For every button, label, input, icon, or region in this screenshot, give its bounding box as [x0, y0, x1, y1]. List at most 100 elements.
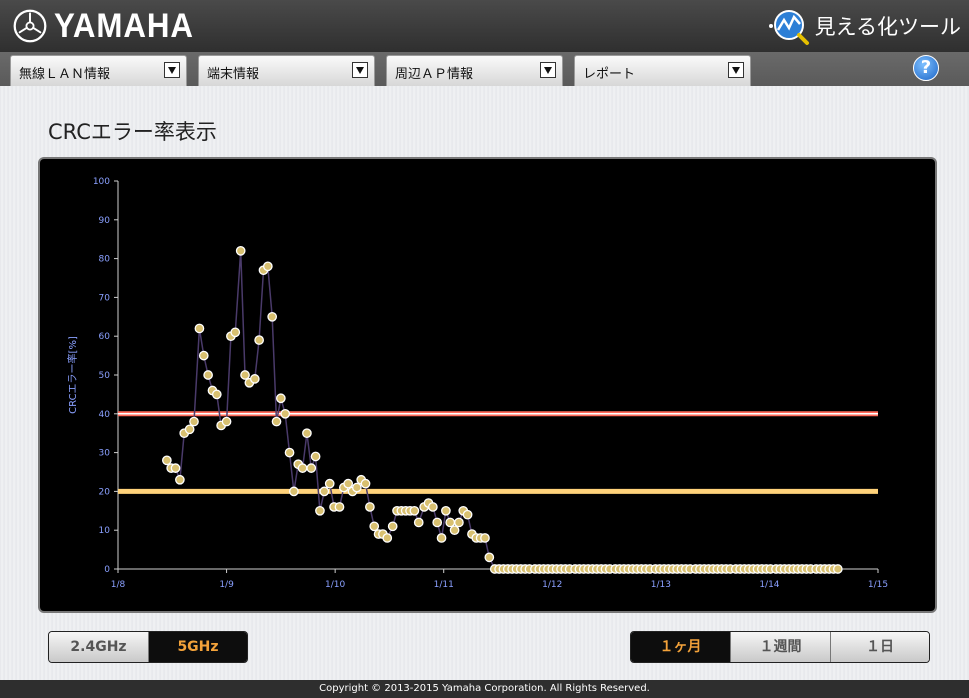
y-tick-label: 100 [93, 177, 110, 187]
y-tick-label: 90 [99, 216, 111, 226]
footer-copyright: Copyright © 2013-2015 Yamaha Corporation… [0, 680, 969, 698]
y-tick-label: 50 [99, 371, 111, 381]
y-tick-label: 60 [99, 332, 111, 342]
menu-nearby-ap-info[interactable]: 周辺ＡＰ情報 [386, 55, 563, 86]
data-point [284, 447, 295, 458]
help-icon[interactable]: ? [913, 55, 939, 81]
data-point [315, 505, 325, 516]
data-point [387, 521, 398, 532]
data-point [343, 478, 354, 489]
x-tick-label: 1/15 [868, 580, 888, 590]
tuning-fork-emblem-icon [13, 9, 47, 43]
data-point [184, 424, 195, 435]
menu-terminal-info[interactable]: 端末情報 [198, 55, 375, 86]
data-point [289, 486, 299, 497]
data-point [360, 478, 371, 489]
x-tick-label: 1/11 [434, 580, 454, 590]
data-point [189, 416, 199, 427]
data-point [271, 416, 282, 427]
period-selector: １ヶ月 １週間 １日 [630, 631, 930, 663]
data-point [832, 564, 843, 574]
band-2-4ghz-button[interactable]: 2.4GHz [49, 632, 149, 662]
data-point [462, 509, 473, 520]
x-tick-label: 1/10 [325, 580, 345, 590]
data-point [436, 533, 447, 543]
dropdown-arrow-icon[interactable] [352, 62, 368, 78]
app-header: YAMAHA 見える化ツール [0, 0, 969, 52]
period-1-week-button[interactable]: １週間 [731, 632, 831, 662]
data-point [221, 416, 232, 427]
y-tick-label: 0 [104, 565, 110, 575]
data-point [334, 502, 345, 512]
y-tick-label: 80 [99, 255, 111, 265]
data-point [276, 393, 286, 404]
series-line [166, 250, 838, 570]
x-tick-label: 1/13 [651, 580, 671, 590]
y-tick-label: 40 [99, 410, 111, 420]
data-point [369, 521, 380, 532]
menu-wireless-lan-info[interactable]: 無線ＬＡＮ情報 [10, 55, 187, 86]
y-tick-label: 10 [99, 526, 111, 536]
data-point [175, 474, 185, 485]
dropdown-arrow-icon[interactable] [164, 62, 180, 78]
data-point [454, 517, 464, 528]
period-1-day-button[interactable]: １日 [831, 632, 929, 662]
data-point [203, 370, 213, 380]
yamaha-logo: YAMAHA [12, 6, 206, 46]
data-point [441, 505, 451, 516]
x-tick-label: 1/14 [759, 580, 779, 590]
data-point [310, 451, 321, 462]
y-axis-label: CRCエラー率[%] [66, 336, 79, 414]
data-point [170, 463, 181, 473]
band-5ghz-button[interactable]: 5GHz [149, 632, 247, 662]
menu-label: レポート [583, 67, 636, 82]
crc-error-rate-chart: 0 10 20 30 40 50 60 70 80 90 100 1/8 1/9 1/10 1/11 1/12… [38, 157, 937, 613]
data-point [324, 478, 335, 489]
data-point [297, 463, 308, 473]
data-point [428, 502, 438, 512]
x-tick-label: 1/8 [111, 580, 126, 590]
data-point [302, 428, 312, 439]
y-tick-label: 70 [99, 293, 111, 303]
dropdown-arrow-icon[interactable] [728, 62, 744, 78]
data-point [198, 350, 209, 361]
data-point [194, 323, 205, 334]
data-point [409, 505, 420, 516]
data-point [306, 463, 317, 473]
band-selector: 2.4GHz 5GHz [48, 631, 248, 663]
data-point [254, 335, 264, 345]
data-point [262, 261, 273, 272]
data-point [162, 455, 172, 466]
y-tick-label: 20 [99, 487, 111, 497]
data-point [235, 245, 246, 256]
data-point [319, 486, 330, 497]
menu-label: 周辺ＡＰ情報 [395, 67, 474, 82]
dropdown-arrow-icon[interactable] [540, 62, 556, 78]
data-point [413, 517, 424, 528]
menu-label: 無線ＬＡＮ情報 [19, 67, 111, 82]
content-area: CRCエラー率表示 0 10 20 30 40 50 60 70 80 90 100 1/8 1/9 1/… [0, 86, 969, 680]
data-point [432, 517, 443, 528]
data-point [211, 389, 222, 400]
data-point [352, 482, 362, 493]
tool-title: 見える化ツール [814, 15, 961, 39]
period-1-month-button[interactable]: １ヶ月 [631, 632, 731, 662]
brand-name: YAMAHA [54, 7, 194, 45]
menu-label: 端末情報 [207, 67, 260, 82]
data-point [240, 370, 250, 380]
visualization-tool-icon [768, 10, 809, 45]
y-tick-label: 30 [99, 449, 111, 459]
data-point [449, 525, 460, 536]
data-point [230, 327, 241, 338]
data-point [365, 502, 375, 512]
data-point [445, 517, 456, 528]
data-point [382, 533, 393, 543]
data-point [480, 533, 490, 543]
menu-report[interactable]: レポート [574, 55, 751, 86]
main-nav: 無線ＬＡＮ情報 端末情報 周辺ＡＰ情報 レポート ? [0, 52, 969, 86]
chart-canvas: 0 10 20 30 40 50 60 70 80 90 100 1/8 1/9 1/10 1/11 1/12… [66, 177, 888, 590]
data-point [280, 408, 291, 419]
page-title: CRCエラー率表示 [48, 120, 217, 144]
tool-branding: 見える化ツール [767, 6, 961, 46]
x-tick-label: 1/12 [542, 580, 562, 590]
